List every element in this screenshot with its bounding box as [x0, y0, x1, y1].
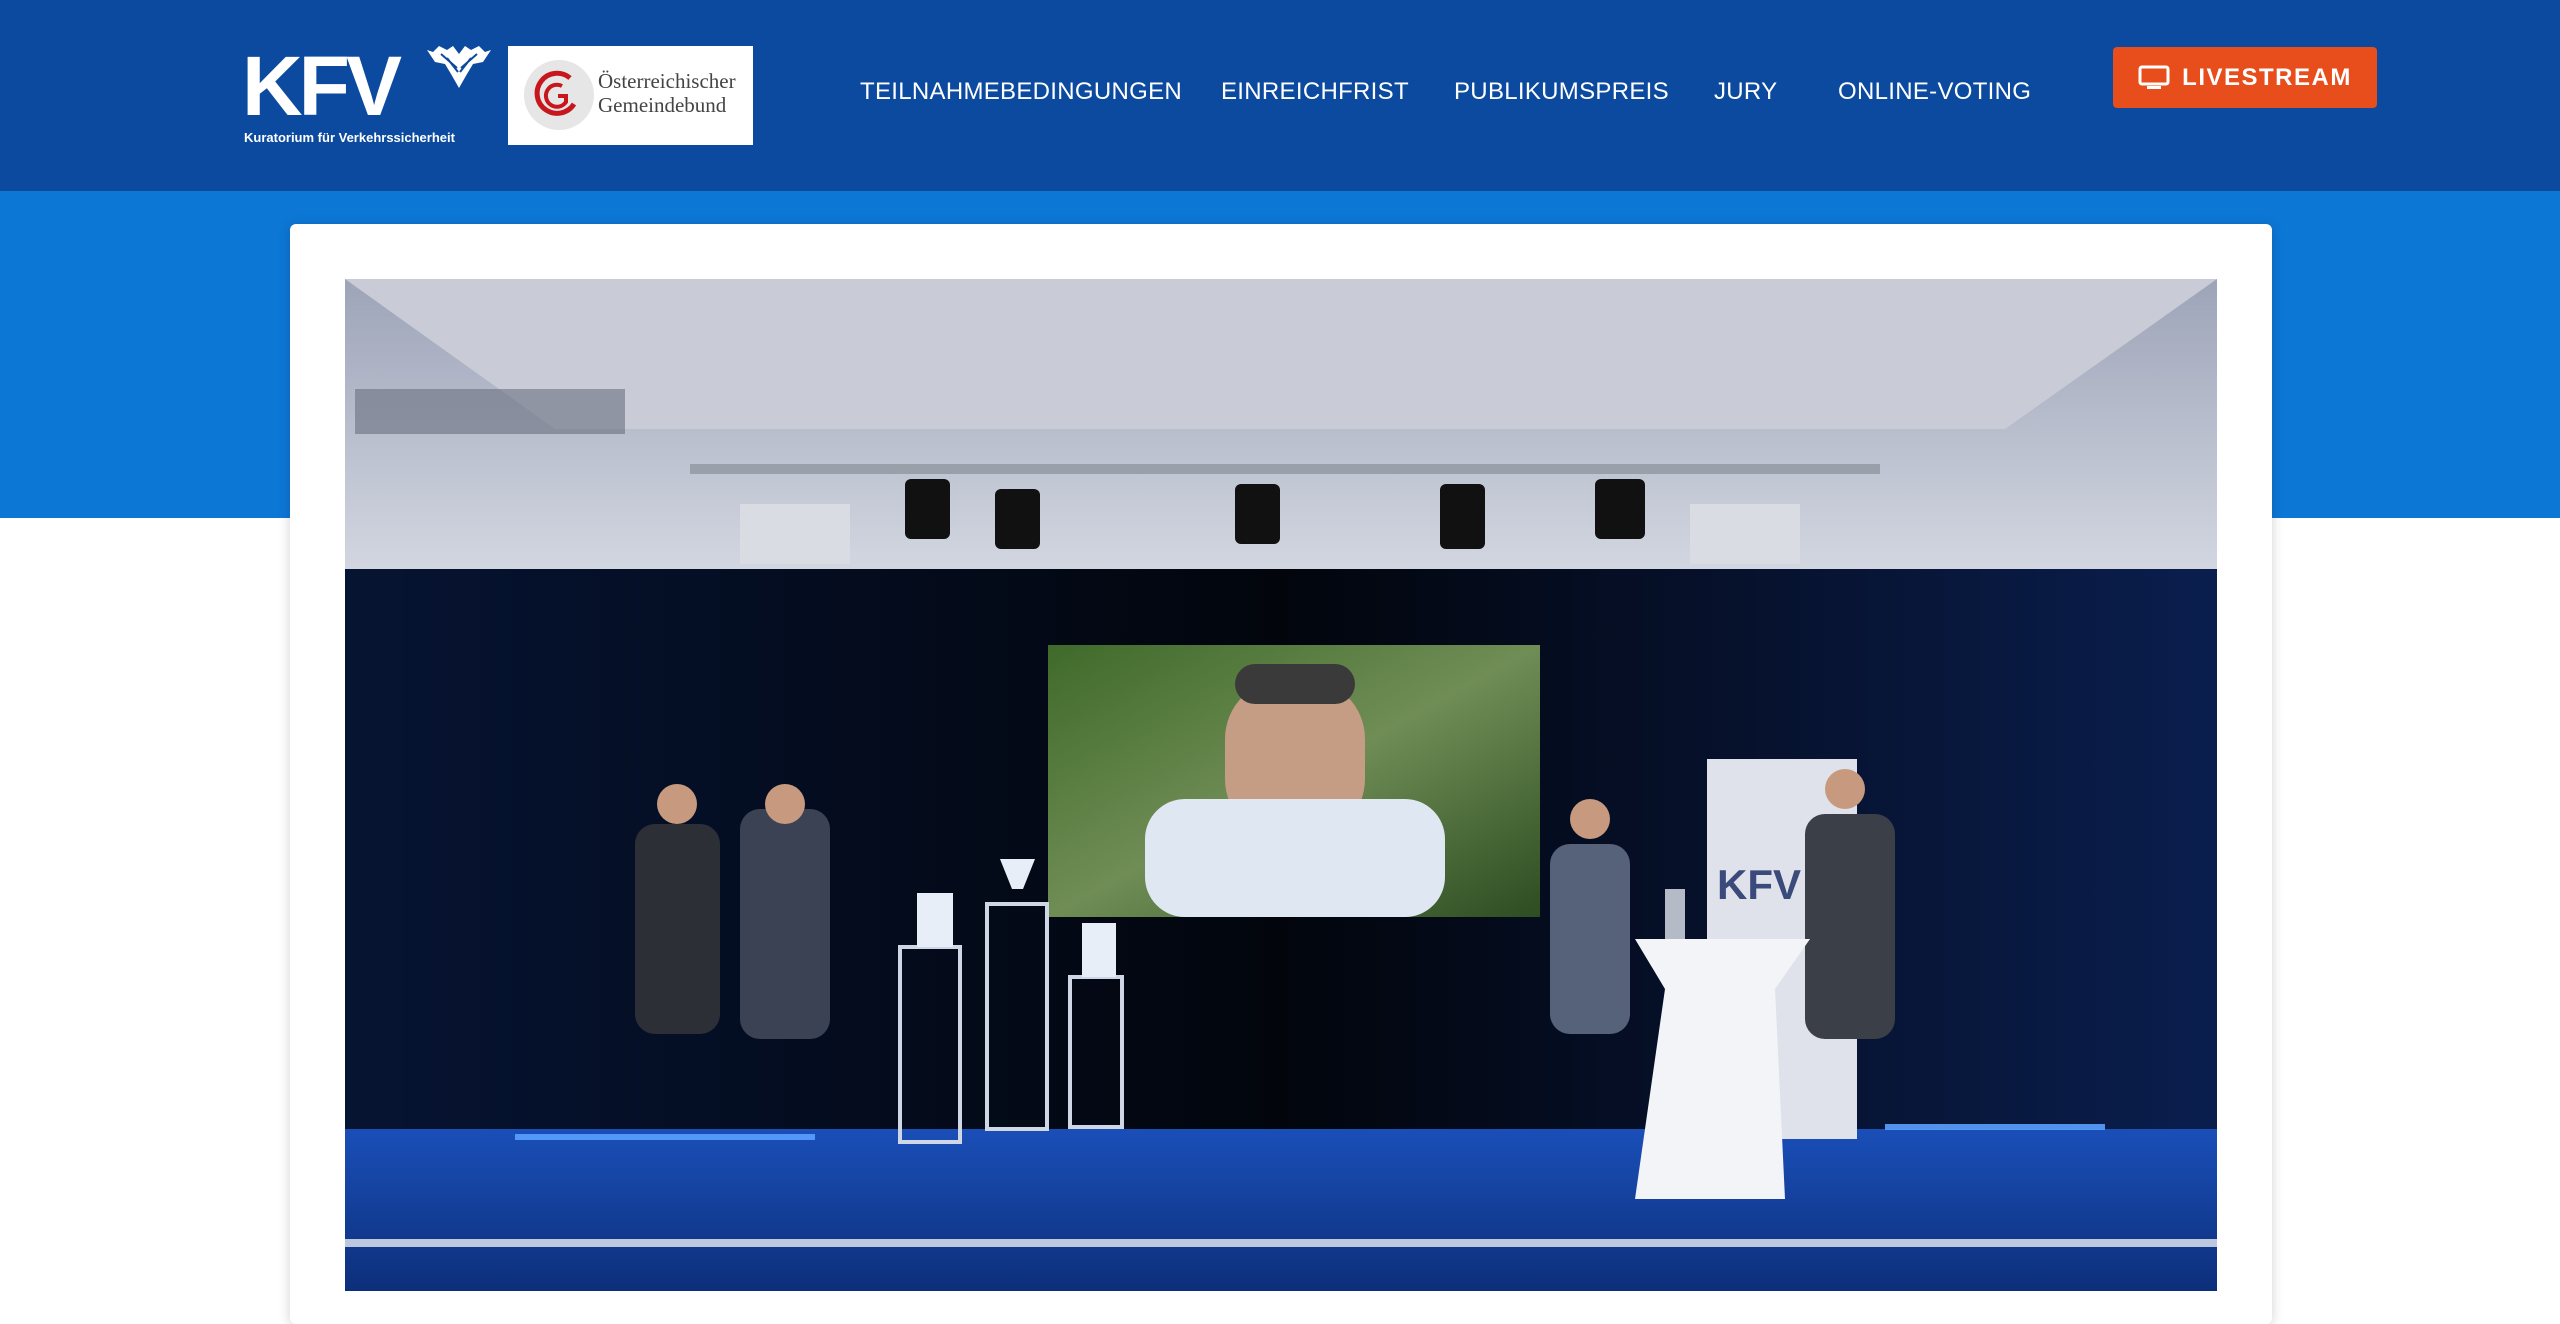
nav-online-voting[interactable]: ONLINE-VOTING: [1838, 78, 2031, 106]
event-stage-photo: KFV: [345, 279, 2217, 1291]
monitor-icon: [2138, 65, 2170, 89]
nav-publikumspreis[interactable]: PUBLIKUMSPREIS: [1454, 78, 1669, 106]
nav-einreichfrist[interactable]: EINREICHFRIST: [1221, 78, 1409, 106]
stage-floor: [345, 1129, 2217, 1291]
kfv-wordmark: KFV: [242, 39, 402, 133]
kfv-tagline: Kuratorium für Verkehrssicherheit: [244, 130, 455, 145]
stage-photo-illustration: KFV: [345, 279, 2217, 1291]
speaker-right: [1690, 504, 1800, 564]
kfv-logo[interactable]: KFV Kuratorium für Verkehrssicherheit: [242, 44, 492, 148]
gemeindebund-name: Österreichischer Gemeindebund: [598, 69, 736, 117]
gemeindebund-emblem-icon: [524, 60, 594, 130]
nav-teilnahmebedingungen[interactable]: TEILNAHMEBEDINGUNGEN: [860, 78, 1182, 106]
nav-jury[interactable]: JURY: [1714, 78, 1777, 106]
gemeindebund-line2: Gemeindebund: [598, 93, 727, 117]
speaker-left: [740, 504, 850, 564]
lighting-truss: [690, 464, 1880, 474]
eagle-icon: [427, 46, 491, 88]
livestream-label: LIVESTREAM: [2182, 63, 2352, 91]
livestream-button[interactable]: LIVESTREAM: [2113, 47, 2377, 108]
ceiling-vent: [355, 389, 625, 434]
gemeindebund-line1: Österreichischer: [598, 69, 736, 93]
rollup-banner-text: KFV: [1717, 861, 1801, 908]
gemeindebund-logo[interactable]: Österreichischer Gemeindebund: [508, 46, 753, 145]
